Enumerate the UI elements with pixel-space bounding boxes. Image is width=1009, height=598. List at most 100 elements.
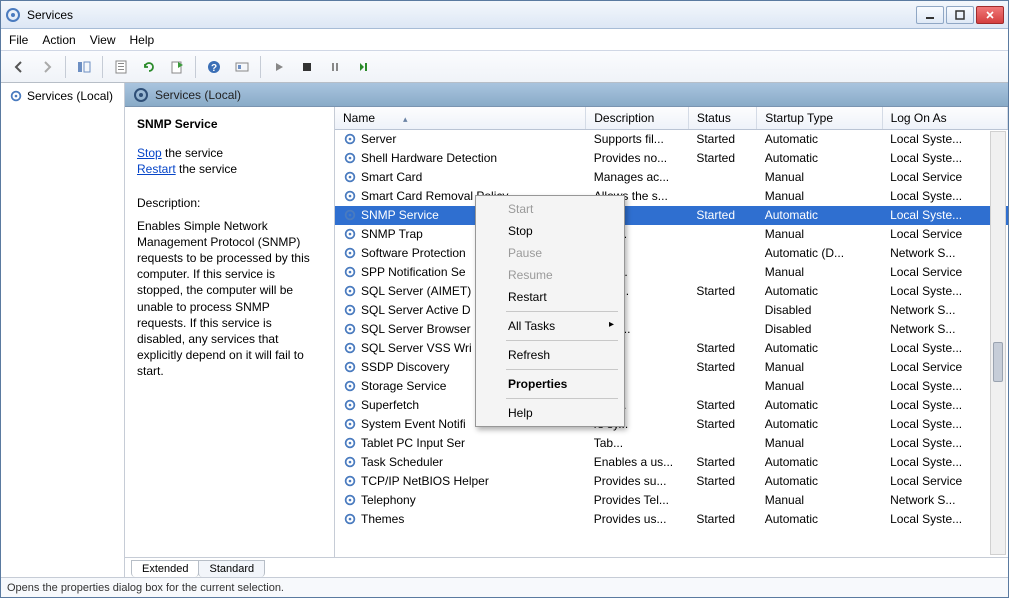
cell-name: Tablet PC Input Ser [361,436,465,450]
cell-status [688,187,756,206]
col-description[interactable]: Description [586,107,689,130]
toolbar-extra-button[interactable] [230,55,254,79]
col-startup[interactable]: Startup Type [757,107,882,130]
menu-help[interactable]: Help [130,33,155,47]
cell-logon: Local Service [882,225,1007,244]
restart-link[interactable]: Restart [137,162,176,176]
col-name[interactable]: Name [335,107,586,130]
titlebar[interactable]: Services [1,1,1008,29]
table-row[interactable]: SQL Server VSS Wris th...StartedAutomati… [335,339,1008,358]
gear-icon [343,151,357,165]
cell-status: Started [688,472,756,491]
cell-startup: Manual [757,358,882,377]
cell-startup: Automatic [757,282,882,301]
table-row[interactable]: Tablet PC Input SerTab...ManualLocal Sys… [335,434,1008,453]
pause-service-button[interactable] [323,55,347,79]
table-row[interactable]: SQL Server Browsers SQ...DisabledNetwork… [335,320,1008,339]
cell-status [688,244,756,263]
menu-action[interactable]: Action [42,33,75,47]
cell-logon: Local Service [882,472,1007,491]
cell-description: Enables a us... [586,453,689,472]
tab-extended[interactable]: Extended [131,560,199,577]
cell-name: Telephony [361,493,416,507]
table-row[interactable]: SNMP ServiceSim...StartedAutomaticLocal … [335,206,1008,225]
cell-logon: Local Service [882,358,1007,377]
vertical-scrollbar[interactable] [990,131,1006,555]
stop-link[interactable]: Stop [137,146,162,160]
table-row[interactable]: Software Protectionthe ...Automatic (D..… [335,244,1008,263]
service-grid[interactable]: Name Description Status Startup Type Log… [335,107,1008,557]
gear-icon [343,474,357,488]
forward-button[interactable] [35,55,59,79]
table-row[interactable]: Smart Card Removal PolicyAllows the s...… [335,187,1008,206]
cell-status: Started [688,149,756,168]
cell-status: Started [688,510,756,529]
cell-startup: Disabled [757,320,882,339]
cell-logon: Network S... [882,301,1007,320]
table-row[interactable]: SSDP Discoveryrs n...StartedManualLocal … [335,358,1008,377]
col-status[interactable]: Status [688,107,756,130]
table-row[interactable]: Smart CardManages ac...ManualLocal Servi… [335,168,1008,187]
ctx-restart[interactable]: Restart [478,286,622,308]
table-row[interactable]: TCP/IP NetBIOS HelperProvides su...Start… [335,472,1008,491]
table-row[interactable]: Storage Services gr...ManualLocal Syste.… [335,377,1008,396]
table-row[interactable]: Shell Hardware DetectionProvides no...St… [335,149,1008,168]
cell-startup: Automatic [757,149,882,168]
back-button[interactable] [7,55,31,79]
cell-status [688,434,756,453]
table-row[interactable]: SQL Server (AIMET)s sto...StartedAutomat… [335,282,1008,301]
ctx-stop[interactable]: Stop [478,220,622,242]
help-button[interactable]: ? [202,55,226,79]
table-row[interactable]: SQL Server Active Dinte...DisabledNetwor… [335,301,1008,320]
properties-button[interactable] [109,55,133,79]
show-hide-tree-button[interactable] [72,55,96,79]
col-logon[interactable]: Log On As [882,107,1007,130]
table-row[interactable]: ServerSupports fil...StartedAutomaticLoc… [335,130,1008,149]
stop-service-button[interactable] [295,55,319,79]
gear-icon [343,322,357,336]
menu-file[interactable]: File [9,33,28,47]
menu-view[interactable]: View [90,33,116,47]
view-tabs: Extended Standard [125,557,1008,577]
ctx-properties[interactable]: Properties [478,373,622,395]
scroll-thumb[interactable] [993,342,1003,382]
ctx-all-tasks[interactable]: All Tasks [478,315,622,337]
export-button[interactable] [165,55,189,79]
cell-logon: Local Syste... [882,434,1007,453]
table-row[interactable]: ThemesProvides us...StartedAutomaticLoca… [335,510,1008,529]
tree-item-services-local[interactable]: Services (Local) [7,87,118,105]
table-row[interactable]: System Event Notifirs sy...StartedAutoma… [335,415,1008,434]
table-row[interactable]: SNMP Traps tra...ManualLocal Service [335,225,1008,244]
ctx-help[interactable]: Help [478,402,622,424]
gear-icon [343,455,357,469]
desc-body: Enables Simple Network Management Protoc… [137,218,322,380]
minimize-button[interactable] [916,6,944,24]
start-service-button[interactable] [267,55,291,79]
close-button[interactable] [976,6,1004,24]
cell-startup: Automatic [757,339,882,358]
details-title: SNMP Service [137,117,322,131]
cell-logon: Local Syste... [882,415,1007,434]
restart-service-button[interactable] [351,55,375,79]
gear-icon [343,379,357,393]
gear-icon [343,360,357,374]
gear-icon [343,398,357,412]
refresh-button[interactable] [137,55,161,79]
cell-name: SNMP Trap [361,227,423,241]
separator [65,56,66,78]
table-row[interactable]: Task SchedulerEnables a us...StartedAuto… [335,453,1008,472]
gear-icon [343,417,357,431]
cell-startup: Automatic (D... [757,244,882,263]
table-row[interactable]: SPP Notification Ses So...ManualLocal Se… [335,263,1008,282]
cell-status: Started [688,282,756,301]
services-icon [9,89,23,103]
maximize-button[interactable] [946,6,974,24]
grid-wrap: Name Description Status Startup Type Log… [335,107,1008,557]
tab-standard[interactable]: Standard [198,560,265,577]
table-row[interactable]: TelephonyProvides Tel...ManualNetwork S.… [335,491,1008,510]
table-row[interactable]: Superfetchns a...StartedAutomaticLocal S… [335,396,1008,415]
cell-startup: Automatic [757,130,882,149]
ctx-refresh[interactable]: Refresh [478,344,622,366]
cell-status: Started [688,130,756,149]
ctx-separator [506,398,618,399]
